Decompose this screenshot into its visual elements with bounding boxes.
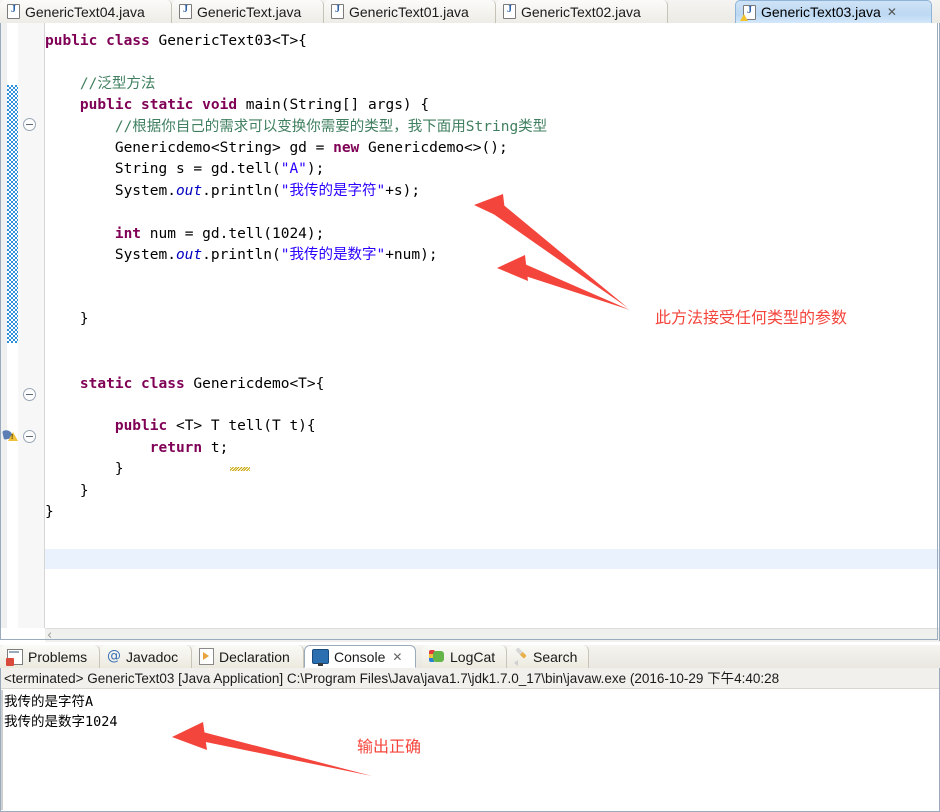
close-icon[interactable]: ✕ (887, 6, 897, 18)
console-icon (312, 649, 329, 666)
view-tab-logcat[interactable]: LogCat (422, 645, 507, 668)
view-tab-label: Javadoc (126, 648, 179, 665)
java-file-icon (179, 4, 192, 19)
source-code[interactable]: public class GenericText03<T>{ //泛型方法 pu… (45, 23, 940, 523)
editor-tab-generictext[interactable]: GenericText.java (172, 0, 324, 23)
javadoc-icon: @ (107, 647, 121, 664)
logcat-icon (429, 650, 445, 663)
view-tab-label: Search (533, 648, 578, 665)
java-file-icon (331, 4, 344, 19)
editor-horizontal-scrollbar[interactable]: ‹ (45, 628, 940, 643)
code-editor[interactable]: public class GenericText03<T>{ //泛型方法 pu… (0, 23, 940, 643)
search-pencil-icon (514, 646, 528, 666)
bottom-view-stack: Problems @ Javadoc Declaration Console ✕… (0, 645, 940, 812)
editor-tab-label: GenericText04.java (25, 3, 145, 20)
fold-toggle-icon[interactable] (23, 388, 36, 401)
problems-icon (6, 648, 23, 666)
editor-tab-generictext01[interactable]: GenericText01.java (324, 0, 496, 23)
editor-folding-ruler[interactable] (18, 23, 45, 628)
warning-marker-icon[interactable] (2, 428, 19, 444)
editor-tab-generictext03-active[interactable]: GenericText03.java ✕ (735, 0, 932, 23)
current-line-highlight (45, 549, 940, 569)
view-tab-label: Declaration (219, 648, 290, 665)
view-tab-console[interactable]: Console ✕ (304, 645, 416, 668)
editor-tab-label: GenericText.java (197, 3, 302, 20)
console-launch-header: <terminated> GenericText03 [Java Applica… (1, 668, 939, 689)
view-tab-javadoc[interactable]: @ Javadoc (100, 645, 192, 668)
editor-tab-generictext04[interactable]: GenericText04.java (0, 0, 172, 23)
declaration-icon (199, 648, 214, 665)
console-view[interactable]: <terminated> GenericText03 [Java Applica… (0, 668, 940, 812)
fold-toggle-icon[interactable] (23, 118, 36, 131)
view-tab-problems[interactable]: Problems (0, 645, 100, 668)
console-output-text: 我传的是字符A 我传的是数字1024 (4, 694, 118, 730)
editor-tab-label: GenericText01.java (349, 3, 469, 20)
java-file-icon (7, 4, 20, 19)
eclipse-ide-window: GenericText04.java GenericText.java Gene… (0, 0, 940, 812)
editor-tab-bar: GenericText04.java GenericText.java Gene… (0, 0, 940, 24)
change-bar-block (7, 85, 18, 343)
editor-tab-label: GenericText02.java (521, 3, 641, 20)
fold-toggle-icon[interactable] (23, 430, 36, 443)
view-tab-label: Problems (28, 648, 88, 665)
editor-tab-label: GenericText03.java (761, 4, 881, 20)
editor-tab-generictext02[interactable]: GenericText02.java (496, 0, 668, 23)
view-tab-search[interactable]: Search (507, 645, 589, 668)
view-tab-label: Console (334, 648, 386, 665)
java-file-warning-icon (740, 4, 756, 21)
view-tab-label: LogCat (450, 648, 496, 665)
code-text-area[interactable]: public class GenericText03<T>{ //泛型方法 pu… (45, 23, 940, 628)
console-left-margin (1, 690, 3, 810)
view-tab-bar: Problems @ Javadoc Declaration Console ✕… (0, 645, 940, 669)
close-icon[interactable]: ✕ (392, 650, 402, 664)
view-tab-declaration[interactable]: Declaration (192, 645, 304, 668)
java-file-icon (503, 4, 516, 19)
scroll-left-arrow-icon[interactable]: ‹ (47, 628, 52, 643)
